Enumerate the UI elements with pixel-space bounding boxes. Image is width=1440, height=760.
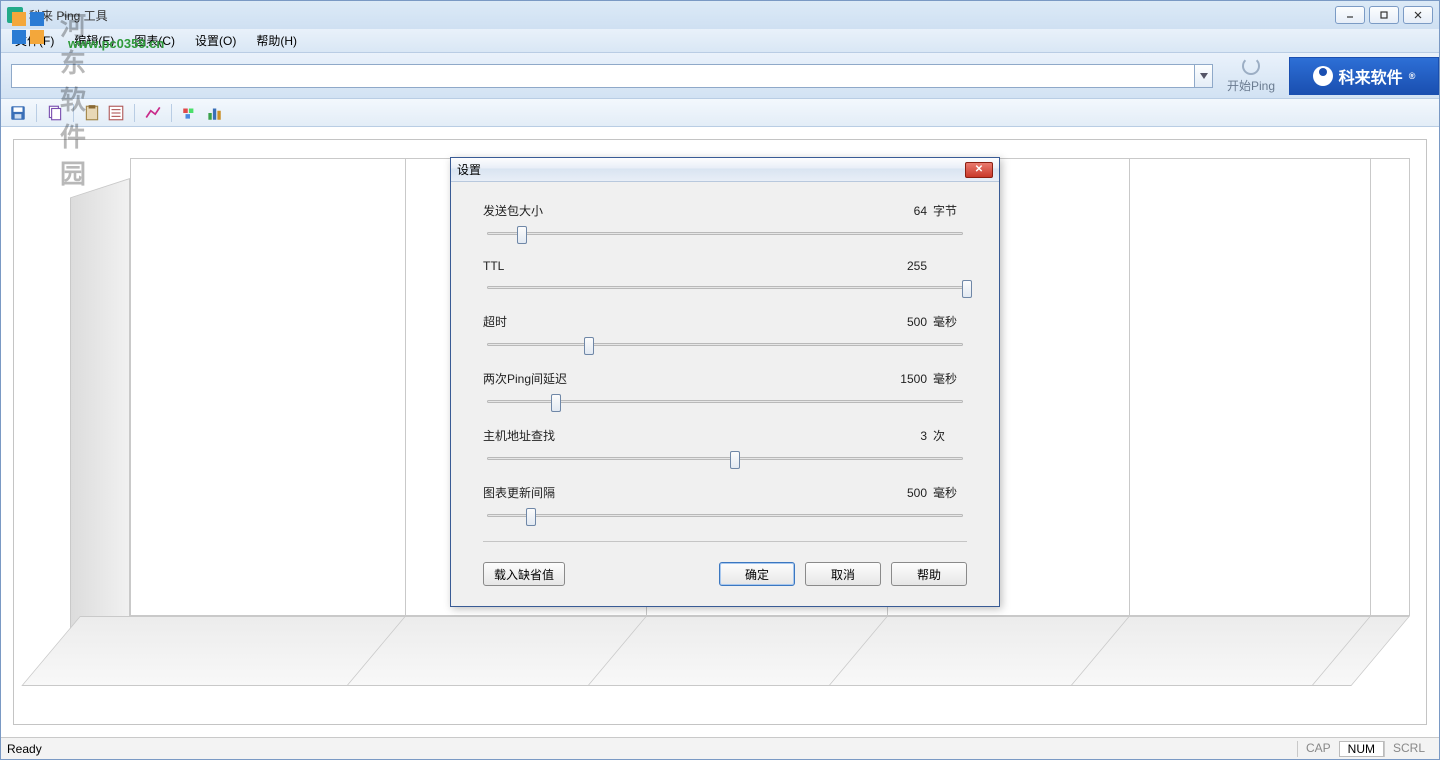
cancel-button[interactable]: 取消 <box>805 562 881 586</box>
setting-row: TTL255 <box>483 259 967 299</box>
settings-dialog: 设置 ✕ 发送包大小64字节TTL255超时500毫秒两次Ping间延迟1500… <box>450 157 1000 607</box>
status-num: NUM <box>1339 741 1384 757</box>
setting-value: 500 <box>883 486 933 500</box>
brand-reg-icon: ® <box>1409 71 1416 81</box>
setting-row: 发送包大小64字节 <box>483 202 967 245</box>
dialog-separator <box>483 541 967 542</box>
menu-settings[interactable]: 设置(O) <box>185 30 246 51</box>
close-button[interactable] <box>1403 6 1433 24</box>
menu-file[interactable]: 文件(F) <box>5 30 64 51</box>
app-icon <box>7 7 23 23</box>
setting-value: 1500 <box>883 372 933 386</box>
setting-label: 两次Ping间延迟 <box>483 370 883 387</box>
setting-slider[interactable] <box>483 334 967 356</box>
paste-icon[interactable] <box>83 104 101 122</box>
slider-thumb[interactable] <box>584 337 594 355</box>
menubar: 文件(F) 编辑(E) 图表(C) 设置(O) 帮助(H) <box>1 29 1439 53</box>
status-ready: Ready <box>7 742 42 756</box>
setting-slider[interactable] <box>483 391 967 413</box>
dialog-body: 发送包大小64字节TTL255超时500毫秒两次Ping间延迟1500毫秒主机地… <box>451 182 999 562</box>
menu-edit[interactable]: 编辑(E) <box>64 30 124 51</box>
dialog-close-button[interactable]: ✕ <box>965 162 993 178</box>
chevron-down-icon <box>1200 73 1208 79</box>
minimize-button[interactable] <box>1335 6 1365 24</box>
list-view-icon[interactable] <box>107 104 125 122</box>
setting-unit: 毫秒 <box>933 313 967 330</box>
setting-row: 主机地址查找3次 <box>483 427 967 470</box>
help-button[interactable]: 帮助 <box>891 562 967 586</box>
setting-value: 500 <box>883 315 933 329</box>
setting-value: 255 <box>883 259 933 273</box>
chart-line-icon[interactable] <box>144 104 162 122</box>
window-title: 科来 Ping 工具 <box>29 7 108 24</box>
dialog-title: 设置 <box>457 161 481 178</box>
statusbar: Ready CAP NUM SCRL <box>1 737 1439 759</box>
setting-row: 超时500毫秒 <box>483 313 967 356</box>
setting-row: 两次Ping间延迟1500毫秒 <box>483 370 967 413</box>
titlebar: 科来 Ping 工具 <box>1 1 1439 29</box>
setting-slider[interactable] <box>483 505 967 527</box>
start-ping-label: 开始Ping <box>1219 77 1283 94</box>
menu-chart[interactable]: 图表(C) <box>124 30 185 51</box>
slider-thumb[interactable] <box>962 280 972 298</box>
host-input[interactable] <box>11 64 1195 88</box>
status-cap: CAP <box>1297 741 1339 757</box>
menu-help[interactable]: 帮助(H) <box>246 30 307 51</box>
save-icon[interactable] <box>9 104 27 122</box>
setting-row: 图表更新间隔500毫秒 <box>483 484 967 527</box>
setting-unit: 次 <box>933 427 967 444</box>
addressbar: 开始Ping 科来软件 ® <box>1 53 1439 99</box>
setting-label: 主机地址查找 <box>483 427 883 444</box>
defaults-button[interactable]: 载入缺省值 <box>483 562 565 586</box>
brand-text: 科来软件 <box>1339 64 1403 88</box>
ok-button[interactable]: 确定 <box>719 562 795 586</box>
start-ping-button[interactable]: 开始Ping <box>1219 57 1283 94</box>
setting-slider[interactable] <box>483 448 967 470</box>
setting-label: 超时 <box>483 313 883 330</box>
status-scrl: SCRL <box>1384 741 1433 757</box>
setting-unit: 字节 <box>933 202 967 219</box>
slider-thumb[interactable] <box>551 394 561 412</box>
slider-thumb[interactable] <box>517 226 527 244</box>
setting-slider[interactable] <box>483 223 967 245</box>
palette-icon[interactable] <box>181 104 199 122</box>
slider-thumb[interactable] <box>526 508 536 526</box>
setting-value: 3 <box>883 429 933 443</box>
dialog-footer: 载入缺省值 确定 取消 帮助 <box>451 562 999 606</box>
setting-label: TTL <box>483 259 883 273</box>
brand-logo-icon <box>1313 66 1333 86</box>
host-dropdown-button[interactable] <box>1195 64 1213 88</box>
setting-unit: 毫秒 <box>933 370 967 387</box>
dialog-titlebar: 设置 ✕ <box>451 158 999 182</box>
brand-badge: 科来软件 ® <box>1289 57 1439 95</box>
slider-thumb[interactable] <box>730 451 740 469</box>
toolbar <box>1 99 1439 127</box>
setting-value: 64 <box>883 204 933 218</box>
ping-icon <box>1242 57 1260 75</box>
setting-slider[interactable] <box>483 277 967 299</box>
setting-unit: 毫秒 <box>933 484 967 501</box>
setting-label: 图表更新间隔 <box>483 484 883 501</box>
setting-label: 发送包大小 <box>483 202 883 219</box>
maximize-button[interactable] <box>1369 6 1399 24</box>
chart-bar-icon[interactable] <box>205 104 223 122</box>
copy-icon[interactable] <box>46 104 64 122</box>
